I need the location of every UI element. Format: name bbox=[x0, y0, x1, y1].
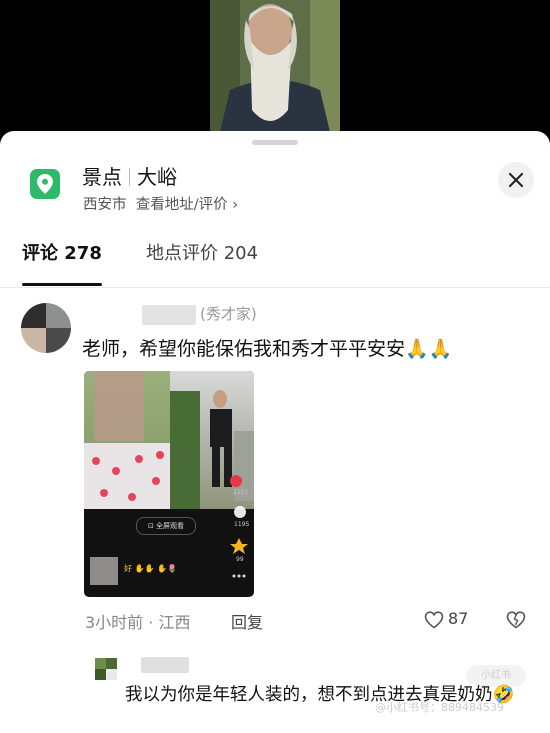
view-address-link[interactable]: 查看地址/评价 › bbox=[136, 197, 238, 213]
like-count: 87 bbox=[448, 609, 469, 628]
fullscreen-pill: ⊡ 全屏观看 bbox=[136, 517, 196, 535]
close-button[interactable] bbox=[498, 162, 534, 198]
place-title: 景点 大峪 bbox=[82, 161, 177, 190]
place-city: 西安市 bbox=[83, 197, 127, 213]
elder-figure-image bbox=[210, 0, 340, 132]
tab-divider bbox=[0, 287, 550, 288]
reply-username-redacted[interactable] bbox=[141, 657, 189, 673]
reply-avatar[interactable] bbox=[95, 658, 117, 680]
chevron-right-icon: › bbox=[232, 197, 239, 213]
username-suffix[interactable]: (秀才家) bbox=[200, 303, 257, 324]
reply-button[interactable]: 回复 bbox=[231, 609, 263, 633]
watermark: @小红书号：889484539 bbox=[375, 701, 504, 714]
drag-handle[interactable] bbox=[252, 140, 298, 145]
image-count-3: 99 bbox=[236, 556, 244, 563]
tab-comments[interactable]: 评论 278 bbox=[22, 239, 102, 265]
place-subtitle: 西安市 查看地址/评价 › bbox=[83, 193, 238, 214]
place-name: 大峪 bbox=[137, 165, 177, 189]
close-icon bbox=[509, 173, 523, 187]
image-count-2: 1195 bbox=[234, 521, 250, 528]
map-pin-icon bbox=[30, 169, 60, 199]
location-detail-sheet: 景点 大峪 西安市 查看地址/评价 › 评论 278 地点评价 204 (秀才家)… bbox=[0, 131, 550, 733]
dislike-heart-icon[interactable] bbox=[506, 611, 526, 629]
active-tab-indicator bbox=[22, 283, 102, 286]
video-background[interactable] bbox=[0, 0, 550, 140]
comment-time-location: 3小时前 · 江西 bbox=[85, 613, 191, 632]
title-separator bbox=[129, 168, 130, 186]
avatar[interactable] bbox=[21, 303, 71, 353]
comment-text: 老师，希望你能保佑我和秀才平平安安🙏🙏 bbox=[82, 338, 453, 360]
username-redacted[interactable] bbox=[142, 305, 196, 325]
place-category: 景点 bbox=[82, 165, 122, 189]
tab-place-reviews[interactable]: 地点评价 204 bbox=[146, 239, 258, 265]
image-count-1: 2151 bbox=[233, 489, 249, 496]
video-thumbnail[interactable] bbox=[210, 0, 340, 132]
image-inner-comment: 好 ✋✋ ✋🌷 bbox=[124, 564, 177, 573]
comment-image[interactable]: ⊡ 全屏观看 2151 1195 99 好 ✋✋ ✋🌷 bbox=[84, 371, 254, 597]
heart-icon[interactable] bbox=[424, 611, 444, 629]
